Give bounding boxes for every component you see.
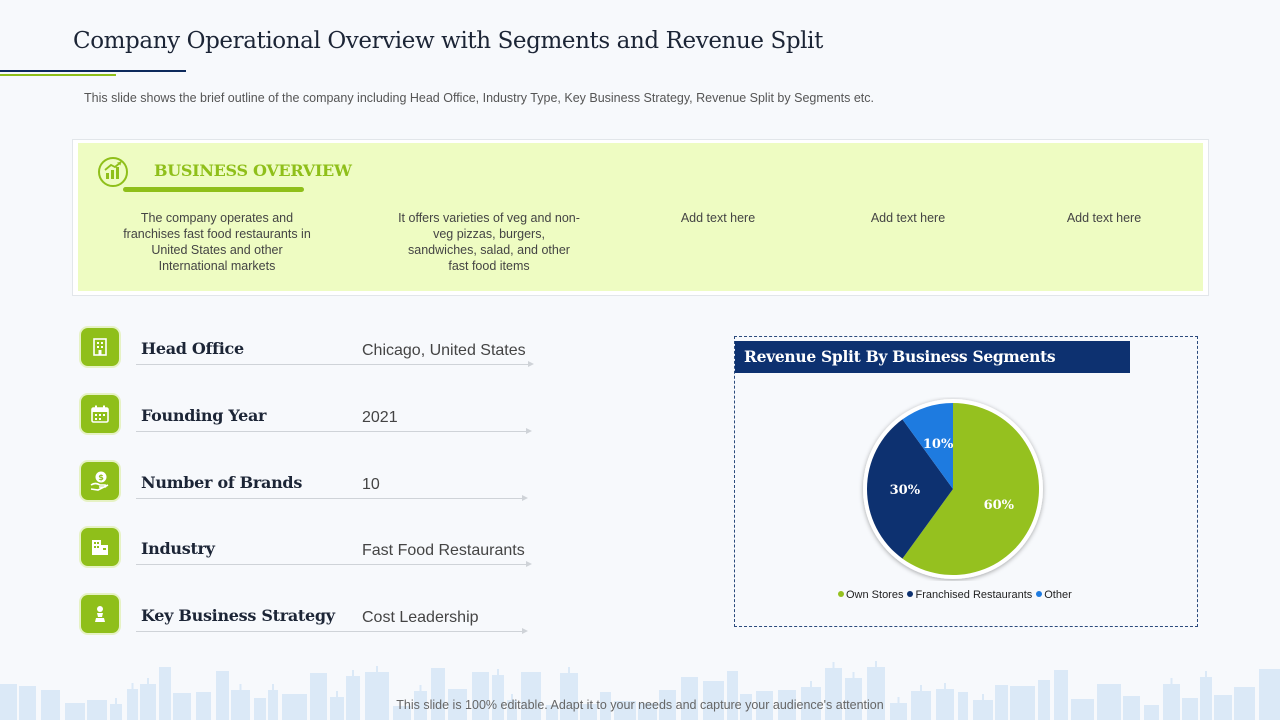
key-business-strategy-divider xyxy=(136,628,528,634)
industry-label: Industry xyxy=(141,539,215,558)
title-rule-navy xyxy=(0,70,186,72)
key-business-strategy-label: Key Business Strategy xyxy=(141,606,335,625)
head-office-value: Chicago, United States xyxy=(362,342,526,359)
number-of-brands-divider xyxy=(136,495,528,501)
founding-year-value: 2021 xyxy=(362,409,398,426)
svg-text:$: $ xyxy=(98,473,104,482)
footer-note: This slide is 100% editable. Adapt it to… xyxy=(396,698,884,712)
legend-swatch xyxy=(838,591,844,597)
head-office-divider xyxy=(136,361,534,367)
legend-item-franchised-restaurants: Franchised Restaurants xyxy=(907,589,1032,601)
business-overview-underline xyxy=(123,187,304,192)
overview-text-4: Add text here xyxy=(870,211,946,225)
overview-text-2: It offers varieties of veg and non-veg p… xyxy=(398,211,580,273)
pie-label-other: 10% xyxy=(923,437,954,452)
number-of-brands-icon-tile: $ xyxy=(81,462,119,500)
growth-chart-icon xyxy=(98,157,128,187)
founding-year-label: Founding Year xyxy=(141,406,267,425)
money-hand-icon: $ xyxy=(90,471,109,491)
overview-text-5: Add text here xyxy=(1066,211,1142,225)
page-subtitle: This slide shows the brief outline of th… xyxy=(84,91,875,105)
industry-divider xyxy=(136,561,532,567)
pie-label-own-stores: 60% xyxy=(984,498,1015,513)
revenue-pie-chart: 60% 30% 10% xyxy=(863,399,1043,579)
chess-pawn-icon xyxy=(95,606,105,622)
number-of-brands-value: 10 xyxy=(362,476,380,493)
business-overview-heading: BUSINESS OVERVIEW xyxy=(154,161,352,180)
legend-label: Own Stores xyxy=(846,589,904,601)
legend-swatch xyxy=(907,591,914,597)
founding-year-icon-tile xyxy=(81,395,119,433)
legend-label: Franchised Restaurants xyxy=(915,589,1033,601)
title-rule-green xyxy=(0,74,116,76)
legend-swatch xyxy=(1036,591,1043,597)
key-business-strategy-icon-tile xyxy=(81,595,119,633)
head-office-icon-tile xyxy=(81,328,119,366)
head-office-label: Head Office xyxy=(141,339,244,358)
overview-text-3: Add text here xyxy=(680,211,756,225)
page-title: Company Operational Overview with Segmen… xyxy=(73,28,823,54)
industry-icon-tile xyxy=(81,528,119,566)
pie-label-franchised-restaurants: 30% xyxy=(890,483,921,498)
industry-value: Fast Food Restaurants xyxy=(362,542,525,559)
overview-text-1: The company operates and franchises fast… xyxy=(123,211,311,273)
building-icon xyxy=(93,338,107,356)
calendar-icon xyxy=(91,405,109,423)
legend-label: Other xyxy=(1044,589,1072,601)
legend-item-other: Other xyxy=(1036,589,1072,601)
founding-year-divider xyxy=(136,428,532,434)
legend-item-own-stores: Own Stores xyxy=(838,589,903,601)
key-business-strategy-value: Cost Leadership xyxy=(362,609,479,626)
chart-legend: Own Stores Franchised Restaurants Other xyxy=(838,589,1072,601)
factory-icon xyxy=(92,540,108,555)
chart-title: Revenue Split By Business Segments xyxy=(735,341,1130,373)
number-of-brands-label: Number of Brands xyxy=(141,473,303,492)
